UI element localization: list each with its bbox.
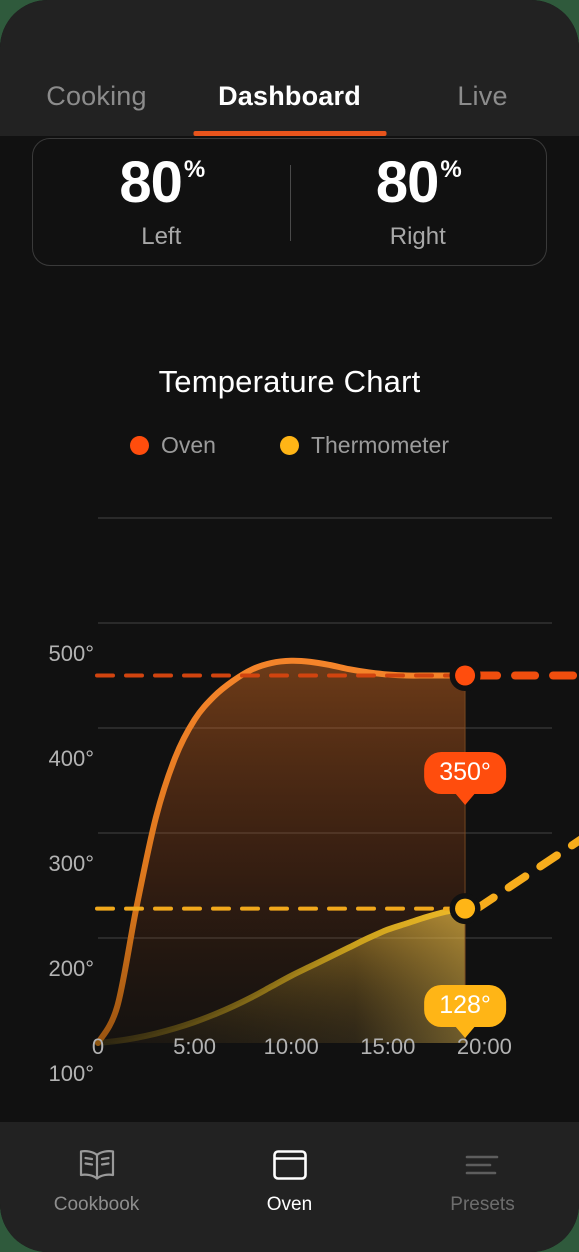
y-axis-tick-label: 500° [48, 641, 94, 666]
nav-label-oven: Oven [266, 1194, 313, 1215]
tab-dashboard-label: Dashboard [218, 81, 361, 111]
x-axis-tick-label: 15:00 [360, 1034, 416, 1059]
percent-sign-icon: % [440, 155, 462, 183]
y-axis-tick-label: 200° [48, 956, 94, 981]
legend-dot-icon [279, 436, 299, 455]
bottom-navigation: Cookbook Oven Presets [0, 1122, 579, 1252]
chart-title: Temperature Chart [158, 364, 421, 399]
badge-tail [454, 791, 477, 805]
list-icon [386, 1144, 579, 1186]
tab-dashboard[interactable]: Dashboard [193, 76, 386, 136]
power-right-label: Right [389, 222, 446, 250]
chart-legend: Oven Thermometer [0, 432, 579, 459]
book-icon [0, 1144, 193, 1186]
legend-label-thermometer: Thermometer [310, 432, 450, 458]
nav-label-cookbook: Cookbook [53, 1194, 140, 1215]
legend-label-oven: Oven [160, 432, 216, 458]
legend-item-oven[interactable]: Oven [129, 432, 216, 459]
tab-live[interactable]: Live [386, 76, 579, 136]
power-left-value: 80 [119, 149, 183, 215]
oven-value-badge: 350° [424, 751, 506, 805]
oven-icon [193, 1144, 386, 1186]
dashboard-scroll-area[interactable]: 80% Left 80% Right Temperature Chart Ove… [0, 136, 579, 1122]
power-right: 80% Right [290, 149, 547, 251]
y-axis-tick-label: 300° [48, 851, 94, 876]
tab-cooking-label: Cooking [46, 81, 147, 111]
status-bar [0, 0, 579, 76]
legend-dot-icon [129, 436, 149, 455]
nav-item-presets[interactable]: Presets [386, 1144, 579, 1216]
phone-frame: Cooking Dashboard Live 80% Left 80% Righ… [0, 0, 579, 1252]
nav-label-presets: Presets [450, 1194, 515, 1215]
x-axis-tick-label: 0 [91, 1034, 105, 1059]
thermometer-value-badge: 128° [424, 984, 506, 1038]
x-axis-tick-label: 5:00 [173, 1034, 216, 1059]
power-right-value: 80 [375, 149, 440, 215]
tab-cooking[interactable]: Cooking [0, 76, 193, 136]
power-left: 80% Left [33, 149, 290, 251]
legend-item-thermometer[interactable]: Thermometer [279, 432, 450, 459]
power-left-label: Left [141, 222, 182, 250]
y-axis-tick-label: 400° [48, 746, 94, 771]
percent-sign-icon: % [183, 155, 206, 183]
badge-tail [454, 1024, 477, 1038]
tab-live-label: Live [457, 81, 508, 111]
top-tab-bar: Cooking Dashboard Live [0, 76, 579, 136]
nav-item-cookbook[interactable]: Cookbook [0, 1144, 193, 1216]
x-axis-tick-label: 20:00 [456, 1034, 512, 1059]
power-card: 80% Left 80% Right [32, 138, 547, 266]
x-axis-tick-label: 10:00 [263, 1034, 319, 1059]
nav-item-oven[interactable]: Oven [193, 1144, 386, 1216]
y-axis-tick-label: 100° [48, 1061, 94, 1086]
